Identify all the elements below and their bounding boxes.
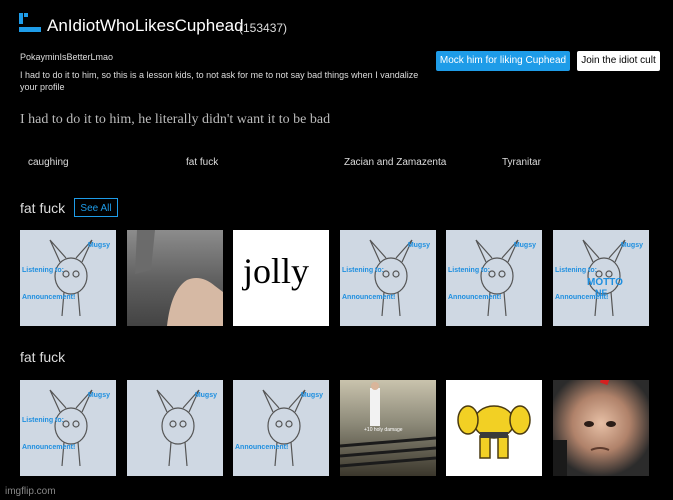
thumbnail-cuphead-template[interactable]: Mugsy Announcement! [233, 380, 329, 476]
stream-description: I had to do it to him, so this is a less… [20, 70, 419, 92]
caption-mugsy: Mugsy [620, 242, 643, 249]
tag-tyranitar[interactable]: Tyranitar [502, 157, 541, 168]
thumbnail-cuphead-template[interactable]: Mugsy Listening to: Announcement! [20, 380, 116, 476]
thumbnail-jolly[interactable]: jolly [233, 230, 329, 326]
thumbnail-cuphead-template[interactable]: Mugsy [127, 380, 223, 476]
tag-fat-fuck[interactable]: fat fuck [186, 157, 218, 168]
caption-announcement: Announcement! [448, 294, 502, 301]
section-title-2: fat fuck [20, 349, 66, 365]
stream-title[interactable]: AnIdiotWhoLikesCuphead [47, 16, 244, 36]
caption-announcement: Announcement! [22, 444, 76, 451]
tag-caughing[interactable]: caughing [28, 157, 69, 168]
thumbnail-cuphead-template[interactable]: Mugsy Listening to: Announcement! [340, 230, 436, 326]
caption-mugsy: Mugsy [194, 392, 217, 399]
caption-mugsy: Mugsy [87, 242, 110, 249]
caption-listening: Listening to: [555, 267, 597, 274]
caption-mugsy: Mugsy [300, 392, 323, 399]
caption-listening: Listening to: [448, 267, 490, 274]
caption-mugsy: Mugsy [513, 242, 536, 249]
thumbnail-person-photo[interactable] [553, 380, 649, 476]
thumbnail-cuphead-template[interactable]: Mugsy Listening to: Announcement! [446, 230, 542, 326]
imgflip-watermark: imgflip.com [5, 486, 56, 497]
imgflip-logo[interactable] [19, 13, 41, 35]
caption-motto: MOTTO [587, 277, 623, 288]
thumbnail-stone-photo[interactable] [127, 230, 223, 326]
thumbnail-pokemon-sprite[interactable] [446, 380, 542, 476]
caption-announcement: Announcement! [555, 294, 609, 301]
headline-text: I had to do it to him, he literally didn… [20, 112, 331, 127]
thumbnail-church-photo[interactable]: +10 holy damage [340, 380, 436, 476]
caption-listening: Listening to: [22, 417, 64, 424]
see-all-button[interactable]: See All [74, 198, 118, 217]
creator-name[interactable]: PokayminIsBetterLmao [20, 52, 113, 62]
caption-announcement: Announcement! [235, 444, 289, 451]
caption-mugsy: Mugsy [87, 392, 110, 399]
caption-listening: Listening to: [342, 267, 384, 274]
thumbnail-cuphead-template[interactable]: Mugsy Listening to: Announcement! [20, 230, 116, 326]
caption-announcement: Announcement! [22, 294, 76, 301]
caption-jolly: jolly [243, 251, 310, 291]
user-points: (153437) [239, 21, 288, 35]
join-button[interactable]: Join the idiot cult [577, 51, 660, 71]
thumbnail-cuphead-template[interactable]: Mugsy Listening to: MOTTO NF Announcemen… [553, 230, 649, 326]
tag-zacian-zamazenta[interactable]: Zacian and Zamazenta [344, 157, 446, 168]
caption-mugsy: Mugsy [407, 242, 430, 249]
caption-announcement: Announcement! [342, 294, 396, 301]
caption-listening: Listening to: [22, 267, 64, 274]
section-title-1: fat fuck [20, 200, 66, 216]
mock-button[interactable]: Mock him for liking Cuphead [436, 51, 570, 71]
caption-holy-damage: +10 holy damage [364, 427, 403, 433]
